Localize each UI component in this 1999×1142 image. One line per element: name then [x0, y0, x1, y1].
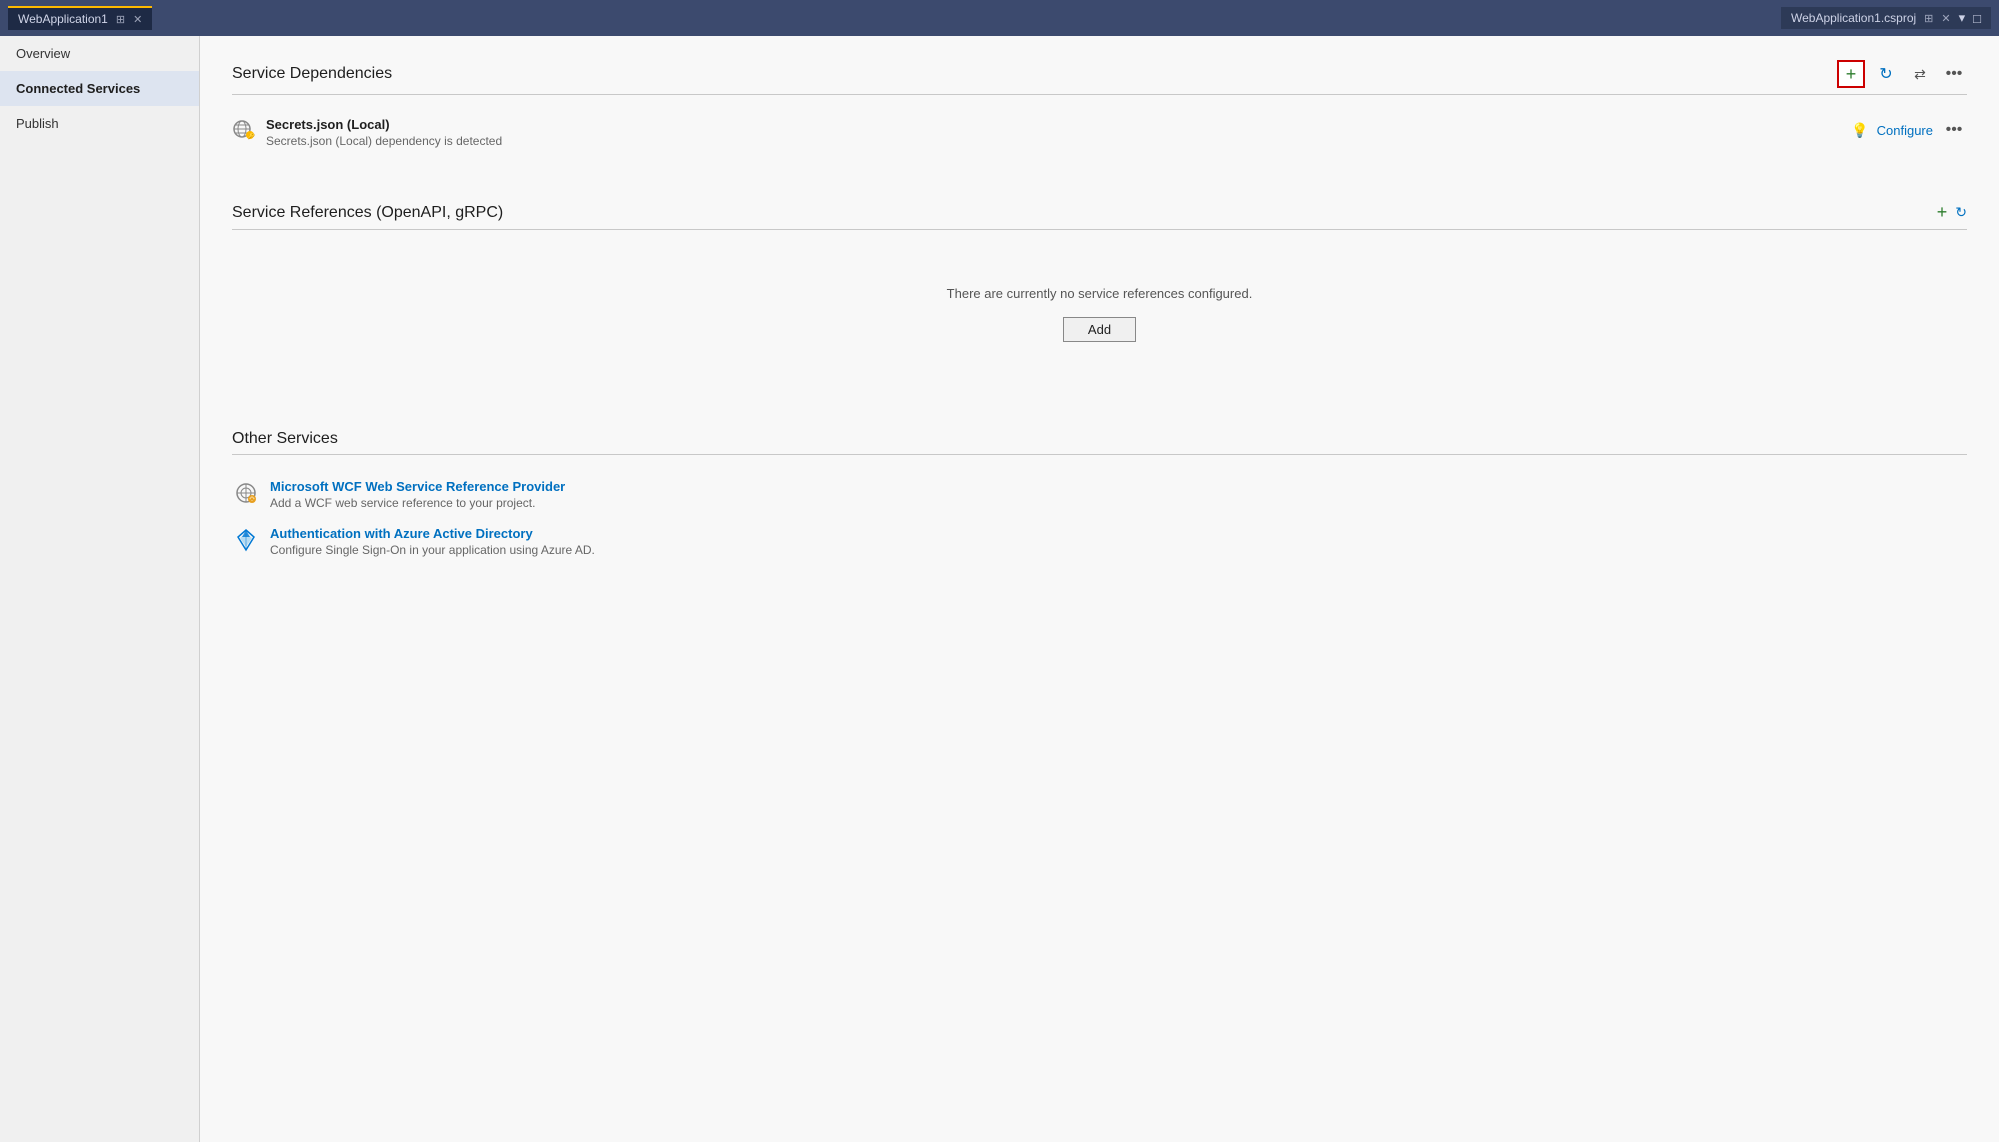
sidebar-item-overview[interactable]: Overview — [0, 36, 199, 71]
other-services-section: Other Services — [232, 430, 1967, 565]
configure-label: Configure — [1877, 123, 1933, 138]
sidebar-connected-services-label: Connected Services — [16, 81, 140, 96]
tab-close-icon[interactable]: ✕ — [133, 13, 142, 26]
dependency-item-secrets: 🔑 Secrets.json (Local) Secrets.json (Loc… — [232, 111, 1967, 154]
title-bar-right: WebApplication1.csproj ⊞ ✕ ▾ □ — [1781, 7, 1991, 29]
service-item-wcf: Microsoft WCF Web Service Reference Prov… — [232, 471, 1967, 518]
sidebar-publish-label: Publish — [16, 116, 59, 131]
service-references-empty-state: There are currently no service reference… — [232, 246, 1967, 382]
share-icon: ⇄ — [1914, 66, 1926, 83]
more-dots-icon: ••• — [1946, 65, 1963, 83]
configure-link[interactable]: Configure — [1877, 123, 1933, 138]
project-tab[interactable]: WebApplication1.csproj ⊞ ✕ ▾ □ — [1781, 7, 1991, 29]
service-dependencies-header: Service Dependencies + ↻ ⇄ ••• — [232, 60, 1967, 95]
bulb-icon: 💡 — [1851, 122, 1868, 139]
service-references-actions: + ↻ — [1937, 202, 1967, 223]
dependency-info: Secrets.json (Local) Secrets.json (Local… — [266, 117, 1851, 148]
azure-ad-service-info: Authentication with Azure Active Directo… — [270, 526, 595, 557]
refresh-icon: ↻ — [1879, 64, 1892, 84]
dependency-more-button[interactable]: ••• — [1941, 117, 1967, 143]
service-dependencies-section: Service Dependencies + ↻ ⇄ ••• — [232, 60, 1967, 154]
wcf-icon — [232, 479, 260, 507]
empty-state-text: There are currently no service reference… — [252, 286, 1947, 301]
content-area: Service Dependencies + ↻ ⇄ ••• — [200, 36, 1999, 1142]
dependency-more-icon: ••• — [1946, 121, 1963, 139]
more-dependencies-button[interactable]: ••• — [1941, 61, 1967, 87]
maximize-icon[interactable]: □ — [1973, 11, 1981, 26]
add-service-reference-label: Add — [1088, 322, 1111, 337]
main-layout: Overview Connected Services Publish Serv… — [0, 36, 1999, 1142]
service-dependencies-title: Service Dependencies — [232, 65, 392, 83]
azure-ad-service-description: Configure Single Sign-On in your applica… — [270, 543, 595, 557]
refresh-dependencies-button[interactable]: ↻ — [1873, 61, 1899, 87]
service-dependencies-actions: + ↻ ⇄ ••• — [1837, 60, 1967, 88]
proj-close-icon[interactable]: ✕ — [1941, 12, 1950, 25]
add-plus-icon: + — [1846, 64, 1857, 85]
sidebar: Overview Connected Services Publish — [0, 36, 200, 1142]
sidebar-overview-label: Overview — [16, 46, 70, 61]
wcf-service-name[interactable]: Microsoft WCF Web Service Reference Prov… — [270, 479, 565, 494]
add-service-reference-secondary-button[interactable]: Add — [1063, 317, 1136, 342]
secrets-icon: 🔑 — [232, 117, 256, 141]
svg-text:🔑: 🔑 — [248, 132, 256, 140]
proj-pin-icon[interactable]: ⊞ — [1924, 12, 1933, 25]
dependency-description: Secrets.json (Local) dependency is detec… — [266, 134, 1851, 148]
share-dependencies-button[interactable]: ⇄ — [1907, 61, 1933, 87]
tab-pin-icon[interactable]: ⊞ — [116, 13, 125, 26]
other-services-title: Other Services — [232, 430, 338, 448]
title-bar: WebApplication1 ⊞ ✕ WebApplication1.cspr… — [0, 0, 1999, 36]
azure-ad-service-name[interactable]: Authentication with Azure Active Directo… — [270, 526, 595, 541]
title-bar-left: WebApplication1 ⊞ ✕ — [8, 6, 152, 30]
dependency-actions: 💡 Configure ••• — [1851, 117, 1967, 143]
add-service-reference-button[interactable]: + — [1937, 202, 1948, 223]
refresh-service-references-button[interactable]: ↻ — [1955, 204, 1967, 221]
tab-label: WebApplication1 — [18, 12, 108, 26]
project-name-label: WebApplication1.csproj — [1791, 11, 1916, 25]
active-tab[interactable]: WebApplication1 ⊞ ✕ — [8, 6, 152, 30]
wcf-service-info: Microsoft WCF Web Service Reference Prov… — [270, 479, 565, 510]
other-services-header: Other Services — [232, 430, 1967, 455]
sidebar-item-publish[interactable]: Publish — [0, 106, 199, 141]
secrets-svg-icon: 🔑 — [232, 117, 256, 141]
service-references-header: Service References (OpenAPI, gRPC) + ↻ — [232, 202, 1967, 230]
add-service-dependency-button[interactable]: + — [1837, 60, 1865, 88]
service-references-section: Service References (OpenAPI, gRPC) + ↻ T… — [232, 202, 1967, 382]
sidebar-item-connected-services[interactable]: Connected Services — [0, 71, 199, 106]
service-item-azure-ad: Authentication with Azure Active Directo… — [232, 518, 1967, 565]
wcf-service-description: Add a WCF web service reference to your … — [270, 496, 565, 510]
service-references-title: Service References (OpenAPI, gRPC) — [232, 204, 503, 222]
azure-ad-icon — [232, 526, 260, 554]
chevron-down-icon[interactable]: ▾ — [1959, 10, 1966, 26]
dependency-name: Secrets.json (Local) — [266, 117, 1851, 132]
